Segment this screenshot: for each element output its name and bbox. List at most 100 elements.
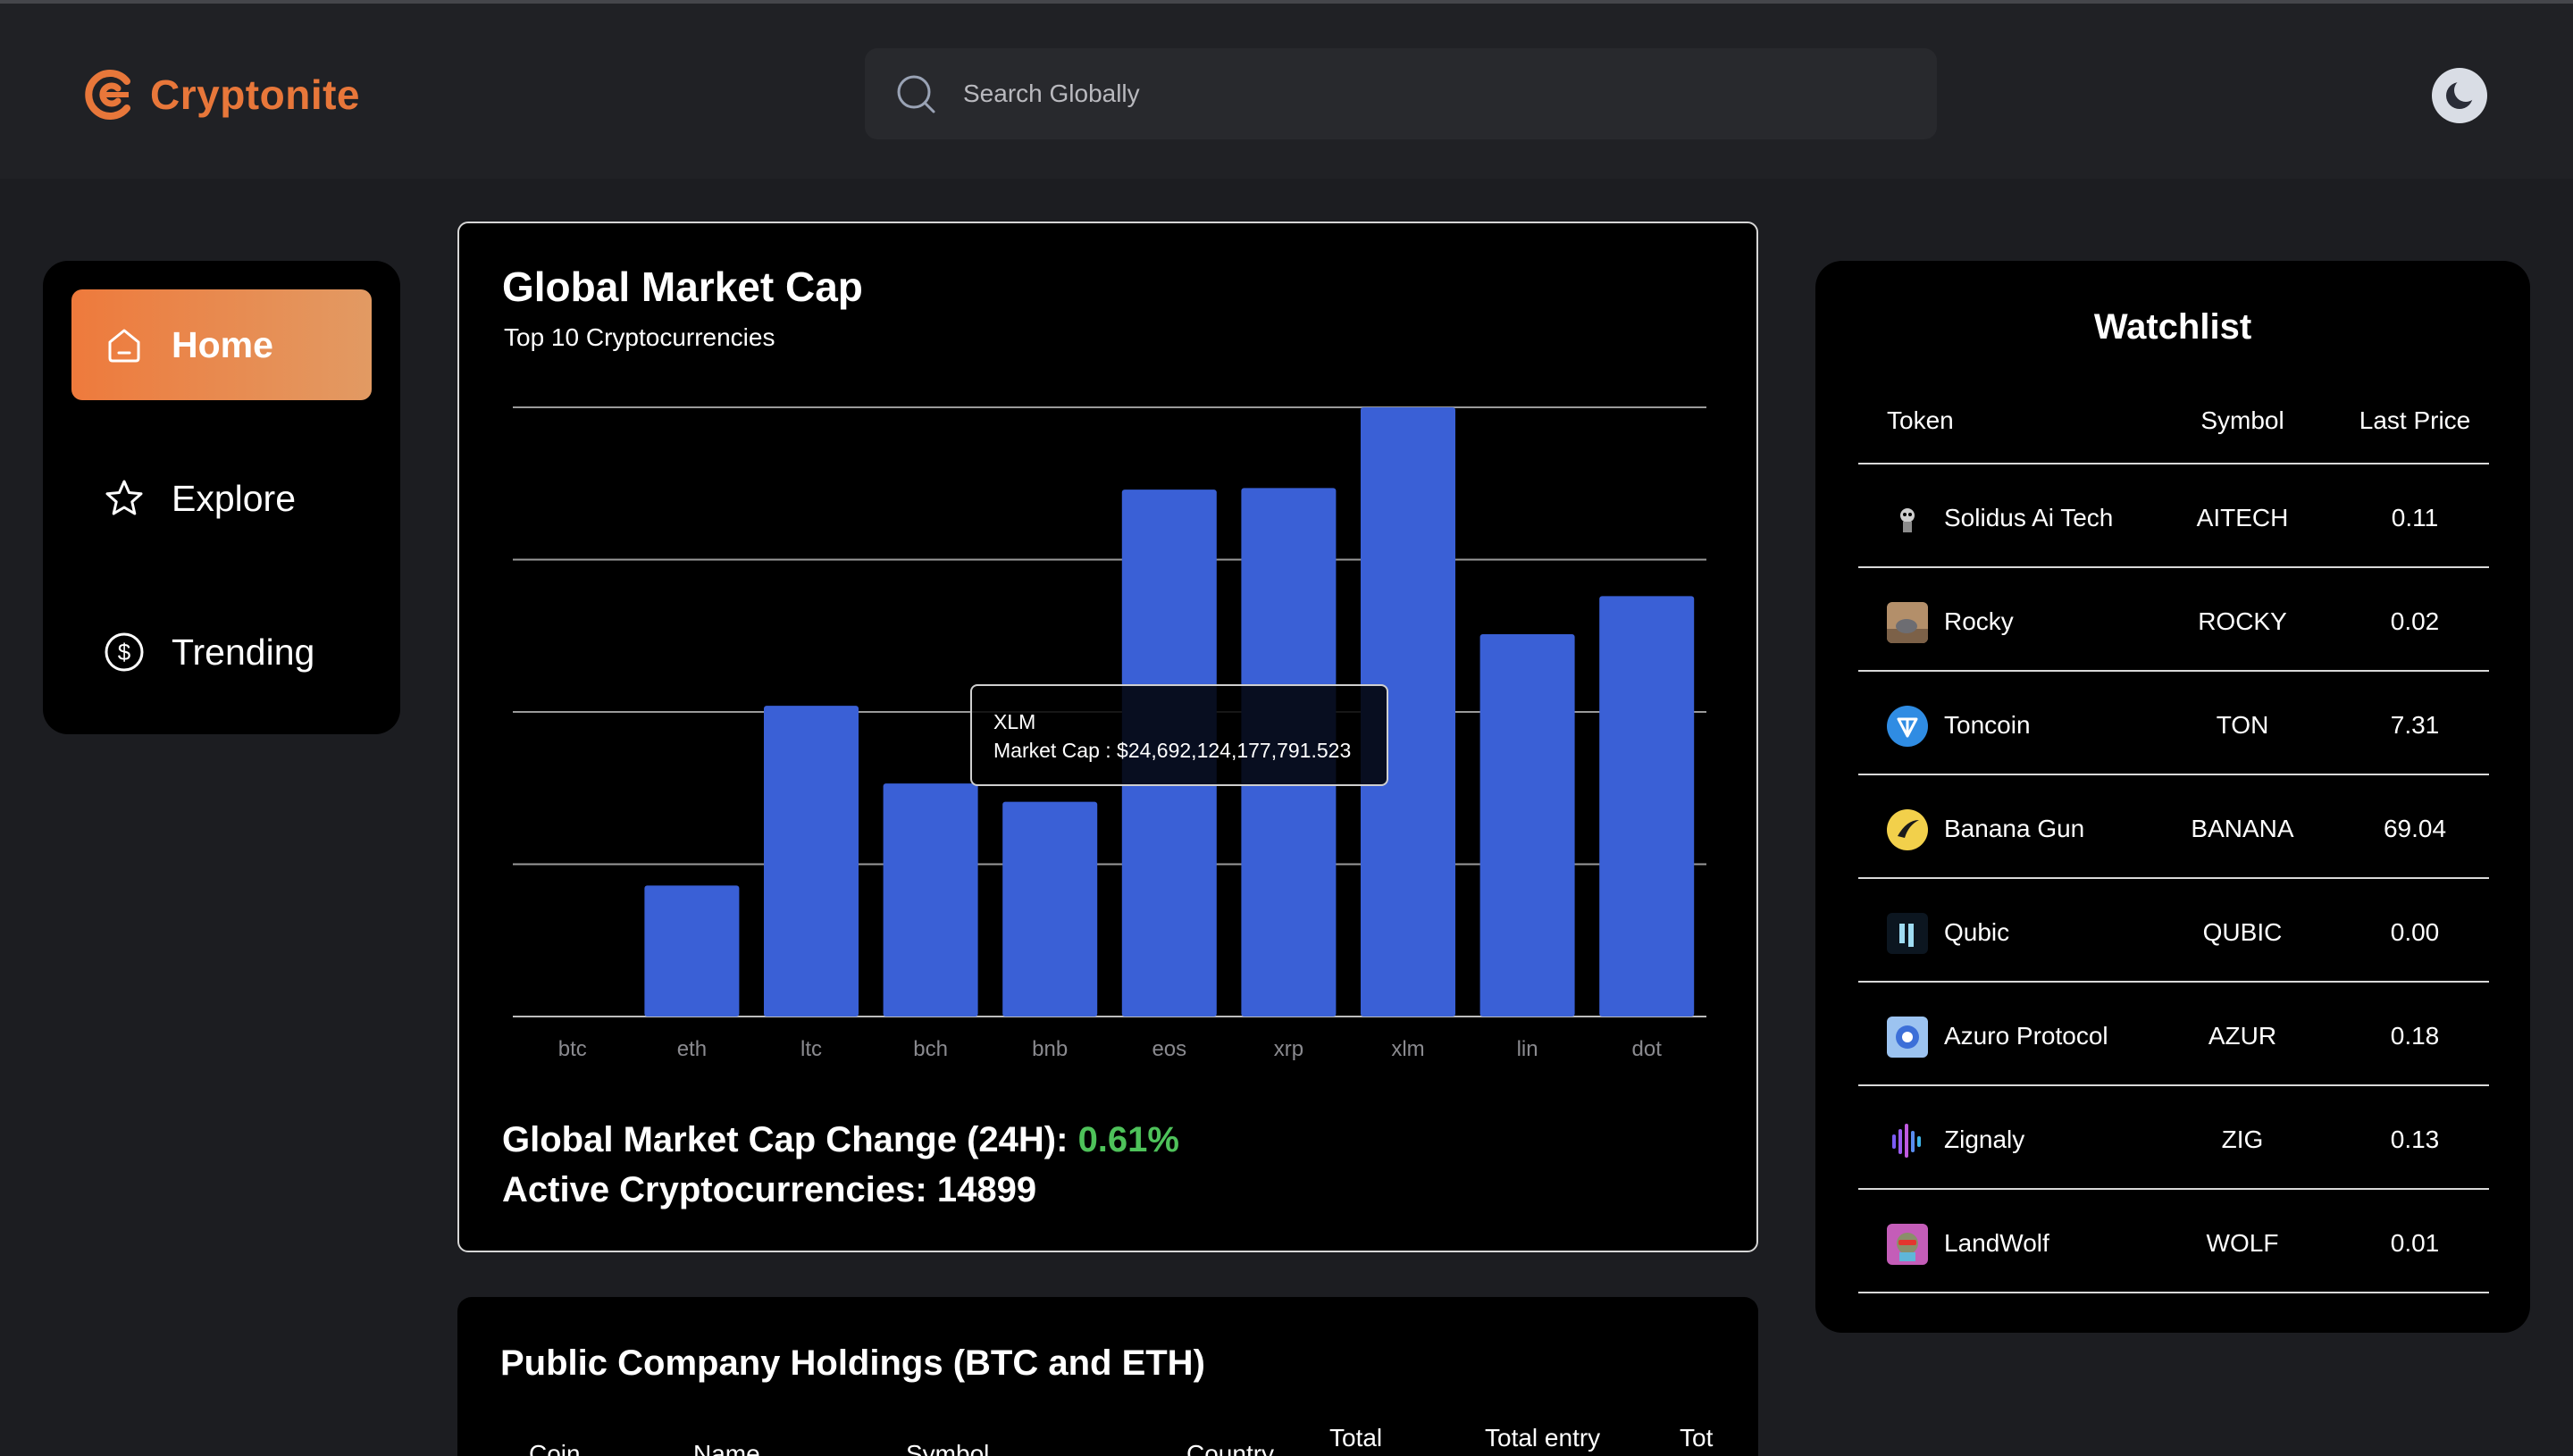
brand-name: Cryptonite — [150, 71, 360, 118]
token-symbol: ROCKY — [2198, 607, 2287, 635]
sidebar-nav: Home Explore $ Trending — [43, 261, 400, 734]
token-last-price: 0.01 — [2390, 1229, 2440, 1257]
row-divider — [1858, 1292, 2489, 1293]
x-tick-label-bnb: bnb — [1032, 1037, 1068, 1061]
watchlist-panel: Watchlist Token Symbol Last Price Solidu… — [1815, 261, 2530, 1333]
column-header-total-entry[interactable]: Total entry — [1485, 1424, 1600, 1452]
token-last-price: 7.31 — [2390, 711, 2440, 739]
banana-icon — [1887, 809, 1928, 850]
bar-eth[interactable] — [644, 885, 740, 1017]
token-last-price: 0.13 — [2390, 1125, 2440, 1153]
watchlist-row[interactable]: Zignaly ZIG 0.13 — [1858, 1086, 2489, 1190]
column-header-coin[interactable]: Coin — [529, 1440, 581, 1456]
moon-icon — [2446, 79, 2477, 109]
toncoin-icon — [1887, 706, 1928, 747]
search-input[interactable] — [963, 79, 1856, 108]
x-tick-label-xlm: xlm — [1391, 1037, 1424, 1061]
token-symbol: AZUR — [2208, 1022, 2277, 1050]
x-tick-label-xrp: xrp — [1274, 1037, 1303, 1061]
cryptonite-logo-icon — [85, 70, 130, 120]
x-tick-label-eth: eth — [677, 1037, 707, 1061]
x-tick-label-dot: dot — [1632, 1037, 1663, 1061]
tooltip-value: Market Cap : $24,692,124,177,791.523 — [993, 739, 1352, 762]
sidebar-item-home[interactable]: Home — [71, 289, 372, 400]
watchlist-row[interactable]: LandWolf WOLF 0.01 — [1858, 1190, 2489, 1293]
token-last-price: 0.18 — [2390, 1022, 2440, 1050]
star-icon — [105, 480, 143, 515]
token-name: Solidus Ai Tech — [1944, 504, 2114, 531]
column-header-name[interactable]: Name — [693, 1440, 760, 1456]
token-name: Azuro Protocol — [1944, 1022, 2108, 1050]
token-last-price: 69.04 — [2383, 815, 2447, 842]
home-icon — [108, 329, 140, 363]
x-tick-label-btc: btc — [558, 1037, 587, 1061]
holdings-title: Public Company Holdings (BTC and ETH) — [500, 1343, 1205, 1383]
bar-bnb[interactable] — [1002, 801, 1098, 1017]
sidebar-item-explore[interactable]: Explore — [71, 443, 372, 554]
token-name: Qubic — [1944, 918, 2010, 946]
column-header-last-price: Last Price — [2359, 406, 2471, 434]
market-cap-change-label: Global Market Cap Change (24H): — [502, 1120, 1069, 1159]
watchlist-row[interactable]: Banana Gun BANANA 69.04 — [1858, 775, 2489, 879]
column-header-token: Token — [1887, 406, 1954, 434]
global-market-cap-card: Global Market Cap Top 10 Cryptocurrencie… — [457, 222, 1758, 1252]
watchlist-row[interactable]: Rocky ROCKY 0.02 — [1858, 568, 2489, 672]
x-tick-label-ltc: ltc — [800, 1037, 822, 1061]
token-name: Rocky — [1944, 607, 2014, 635]
watchlist-row[interactable]: Qubic QUBIC 0.00 — [1858, 879, 2489, 983]
brand-logo[interactable]: Cryptonite — [84, 66, 360, 123]
svg-text:$: $ — [118, 639, 131, 665]
token-name: Banana Gun — [1944, 815, 2085, 842]
market-cap-bar-chart[interactable]: btc eth ltc bch bnb eos xrp xlm lin dot — [459, 223, 1756, 1099]
bar-bch[interactable] — [883, 783, 978, 1017]
search-icon — [897, 75, 935, 113]
column-header-symbol: Symbol — [2200, 406, 2284, 434]
column-header-total-cut[interactable]: Tot — [1680, 1424, 1713, 1452]
solidus-icon — [1887, 498, 1928, 540]
token-last-price: 0.00 — [2390, 918, 2440, 946]
theme-toggle-button[interactable] — [2432, 68, 2487, 123]
column-header-symbol[interactable]: Symbol — [906, 1440, 989, 1456]
landwolf-icon — [1887, 1224, 1928, 1265]
sidebar-item-trending[interactable]: $ Trending — [71, 597, 372, 707]
bar-ltc[interactable] — [764, 706, 859, 1017]
sidebar-item-label: Explore — [172, 477, 297, 519]
active-cryptocurrencies-value: 14899 — [936, 1170, 1037, 1209]
token-last-price: 0.11 — [2391, 504, 2439, 531]
sidebar-item-label: Trending — [172, 631, 315, 673]
bar-dot[interactable] — [1599, 596, 1695, 1017]
x-tick-label-bch: bch — [913, 1037, 948, 1061]
zignaly-icon — [1887, 1120, 1928, 1161]
bar-lin[interactable] — [1479, 634, 1575, 1017]
public-company-holdings-card: Public Company Holdings (BTC and ETH) Co… — [457, 1297, 1758, 1456]
token-symbol: AITECH — [2196, 504, 2289, 531]
market-cap-change-stat: Global Market Cap Change (24H): 0.61% — [502, 1120, 1179, 1160]
watchlist-row[interactable]: Azuro Protocol AZUR 0.18 — [1858, 983, 2489, 1086]
x-tick-label-eos: eos — [1152, 1037, 1186, 1061]
token-symbol: QUBIC — [2202, 918, 2283, 946]
token-name: Zignaly — [1944, 1125, 2025, 1153]
token-symbol: BANANA — [2191, 815, 2294, 842]
token-name: Toncoin — [1944, 711, 2031, 739]
azuro-icon — [1887, 1017, 1928, 1058]
tooltip-title: XLM — [993, 710, 1036, 733]
x-tick-label-lin: lin — [1517, 1037, 1538, 1061]
token-last-price: 0.02 — [2390, 607, 2440, 635]
search-bar[interactable] — [865, 48, 1937, 139]
top-header: Cryptonite — [0, 4, 2573, 179]
watchlist-row[interactable]: Toncoin TON 7.31 — [1858, 672, 2489, 775]
chart-tooltip: XLM Market Cap : $24,692,124,177,791.523 — [970, 684, 1388, 786]
watchlist-title: Watchlist — [2093, 307, 2252, 347]
token-symbol: TON — [2216, 711, 2269, 739]
column-header-total[interactable]: Total — [1329, 1424, 1382, 1452]
rocky-icon — [1887, 602, 1928, 643]
dollar-circle-icon: $ — [105, 632, 144, 672]
token-symbol: ZIG — [2221, 1125, 2264, 1153]
token-name: LandWolf — [1944, 1229, 2049, 1257]
market-cap-change-value: 0.61% — [1077, 1120, 1179, 1159]
qubic-icon — [1887, 913, 1928, 954]
sidebar-item-label: Home — [172, 323, 273, 365]
token-symbol: WOLF — [2206, 1229, 2279, 1257]
column-header-country[interactable]: Country — [1186, 1440, 1274, 1456]
watchlist-row[interactable]: Solidus Ai Tech AITECH 0.11 — [1858, 464, 2489, 568]
